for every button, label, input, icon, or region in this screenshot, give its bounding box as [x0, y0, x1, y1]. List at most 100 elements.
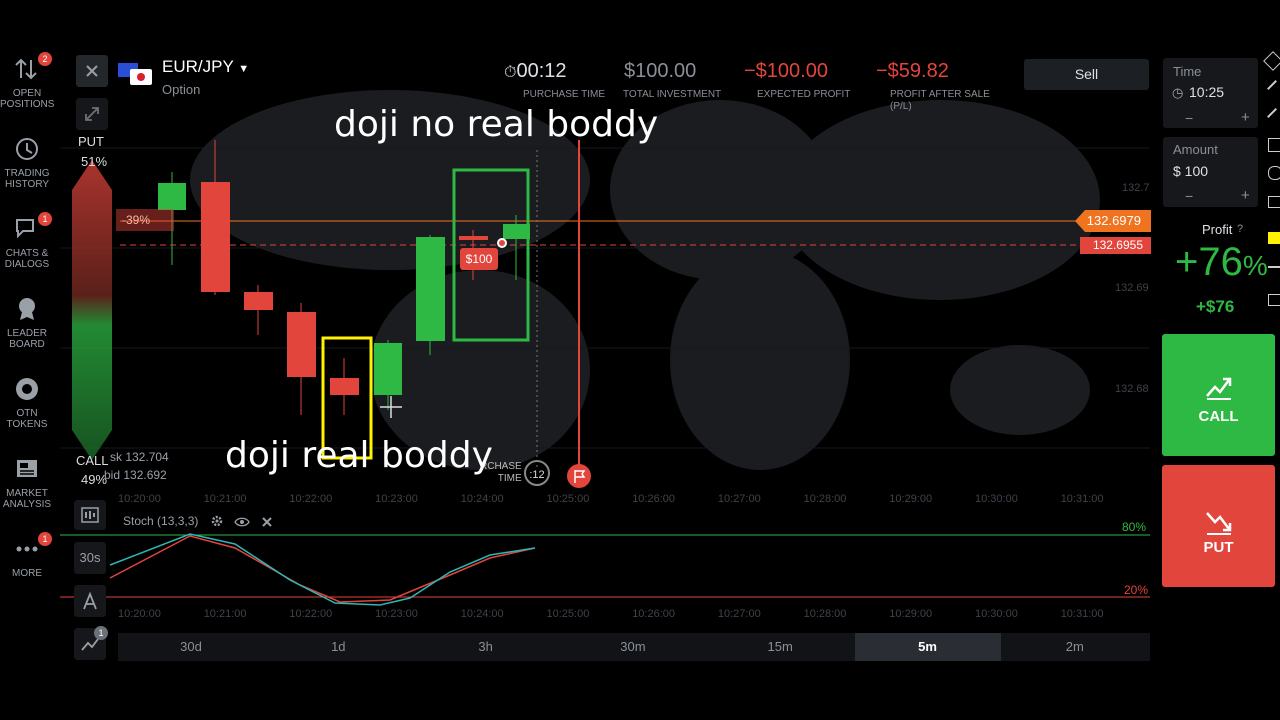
candle	[503, 224, 530, 239]
news-icon	[12, 454, 42, 484]
y-tick: 132.69	[1115, 282, 1149, 294]
line-width-icon[interactable]	[1268, 266, 1280, 268]
countdown-timer: :12	[524, 460, 550, 486]
drawing-tools-badge: 1	[94, 626, 108, 640]
time-value: 10:25	[1189, 84, 1225, 100]
candle	[201, 182, 230, 292]
timeframe-tab-1d[interactable]: 1d	[265, 633, 411, 661]
call-button-label: CALL	[1198, 408, 1239, 425]
trade-amount-marker[interactable]: $100	[460, 248, 498, 270]
call-button[interactable]: CALL	[1162, 334, 1275, 456]
profit-amount: +$76	[1196, 297, 1235, 316]
timeframe-tab-2m[interactable]: 2m	[1002, 633, 1148, 661]
time-label: Time	[1173, 64, 1202, 79]
y-tick: 132.68	[1115, 383, 1149, 395]
asset-type: Option	[162, 82, 201, 97]
bid-price: bid 132.692	[104, 468, 167, 482]
x-tick: 10:24:00	[460, 493, 504, 505]
pencil-icon[interactable]	[1263, 51, 1280, 71]
chart-up-icon	[1206, 377, 1232, 400]
amount-field[interactable]: Amount $ 100 − +	[1163, 137, 1258, 207]
color-swatch[interactable]	[1268, 232, 1280, 244]
back-arrow-icon[interactable]	[1268, 294, 1280, 306]
chat-badge: 1	[38, 212, 52, 226]
x-tick: 10:27:00	[717, 493, 761, 505]
open-positions-icon: 2	[12, 52, 52, 84]
clock-icon: ◷	[1172, 85, 1184, 100]
x-tick: 10:28:00	[803, 493, 847, 505]
sentiment-put-pct: 51%	[81, 154, 108, 169]
ray-tool-icon[interactable]	[1267, 108, 1277, 118]
rectangle-tool-icon[interactable]	[1268, 138, 1280, 152]
sidebar-item-chats[interactable]: 1 CHATS & DIALOGS	[0, 212, 54, 270]
annotation-doji-body: doji real boddy	[225, 435, 493, 476]
total-investment: $100.00	[624, 60, 697, 82]
sentiment-call-label: CALL	[76, 453, 109, 468]
collapse-button[interactable]	[76, 98, 108, 130]
sidebar-label: MARKET	[6, 488, 48, 499]
timeframe-tab-3h[interactable]: 3h	[413, 633, 559, 661]
help-icon[interactable]: ?	[1237, 223, 1243, 235]
close-indicator-icon[interactable]	[261, 515, 273, 527]
shape-tool-icon[interactable]	[1268, 196, 1280, 208]
time-field[interactable]: Time ◷ 10:25 − +	[1163, 58, 1258, 128]
open-positions-badge: 2	[38, 52, 52, 66]
chat-icon: 1	[12, 212, 52, 244]
amount-decrease-button[interactable]: −	[1185, 188, 1193, 204]
annotation-doji-no-body: doji no real boddy	[334, 104, 659, 145]
timeframe-tab-5m[interactable]: 5m	[854, 633, 1001, 661]
close-asset-button[interactable]	[76, 55, 108, 87]
x-tick: 10:28:00	[803, 608, 847, 620]
time-increase-button[interactable]: +	[1241, 109, 1250, 126]
sidebar-item-leaderboard[interactable]: LEADER BOARD	[0, 294, 54, 350]
amount-increase-button[interactable]: +	[1241, 187, 1250, 204]
put-button[interactable]: PUT	[1162, 465, 1275, 587]
x-tick: 10:26:00	[632, 493, 676, 505]
settings-icon[interactable]	[210, 514, 224, 528]
eu-jp-flag-icon	[118, 63, 152, 87]
candle	[287, 312, 316, 377]
sidebar-item-market-analysis[interactable]: MARKET ANALYSIS	[0, 454, 54, 510]
sidebar-item-open-positions[interactable]: 2 OPEN POSITIONS	[0, 52, 54, 110]
x-tick: 10:31:00	[1060, 608, 1104, 620]
sidebar-label: LEADER	[6, 328, 47, 339]
loss-percent-badge: -39%	[116, 209, 174, 231]
sidebar-item-more[interactable]: 1 MORE	[0, 532, 54, 579]
sidebar-label: TOKENS	[6, 419, 48, 430]
x-tick: 10:21:00	[203, 493, 247, 505]
amount-value: $ 100	[1173, 163, 1209, 179]
interval-button[interactable]: 30s	[74, 542, 106, 574]
timeframe-tab-30m[interactable]: 30m	[560, 633, 706, 661]
sidebar-label: DIALOGS	[4, 259, 50, 270]
expiration-flag-icon	[567, 464, 591, 488]
sell-button[interactable]: Sell	[1024, 59, 1149, 90]
eye-icon[interactable]	[234, 515, 250, 527]
time-decrease-button[interactable]: −	[1185, 110, 1193, 126]
sidebar-item-otn-tokens[interactable]: OTN TOKENS	[0, 374, 54, 430]
more-badge: 1	[38, 532, 52, 546]
settings-tool-icon[interactable]	[1268, 166, 1280, 180]
more-icon: 1	[12, 532, 52, 564]
put-button-label: PUT	[1203, 539, 1234, 556]
timeframe-tab-15m[interactable]: 15m	[707, 633, 853, 661]
drawing-tools-button[interactable]: 1	[74, 626, 108, 660]
sidebar-label: HISTORY	[4, 179, 50, 190]
indicators-button[interactable]	[74, 585, 106, 617]
sidebar-label: ANALYSIS	[2, 499, 52, 510]
chart-type-button[interactable]	[74, 500, 106, 530]
ask-price: sk 132.704	[110, 450, 169, 464]
timeframe-tab-30d[interactable]: 30d	[118, 633, 264, 661]
asset-selector[interactable]: EUR/JPY ▼	[162, 57, 249, 77]
stopwatch-icon: ⏱	[504, 64, 517, 81]
chevron-down-icon: ▼	[238, 63, 250, 75]
sidebar-item-trading-history[interactable]: TRADING HISTORY	[0, 134, 54, 190]
x-tick: 10:20:00	[118, 608, 161, 620]
x-tick: 10:23:00	[375, 608, 418, 620]
line-tool-icon[interactable]	[1267, 80, 1277, 90]
x-tick: 10:22:00	[289, 608, 333, 620]
open-price-badge: 132.6955	[1080, 237, 1151, 254]
expected-profit: −$100.00	[744, 60, 828, 82]
trade-entry-dot	[497, 238, 507, 248]
sidebar-label: TRADING	[4, 168, 50, 179]
x-tick: 10:29:00	[889, 493, 933, 505]
